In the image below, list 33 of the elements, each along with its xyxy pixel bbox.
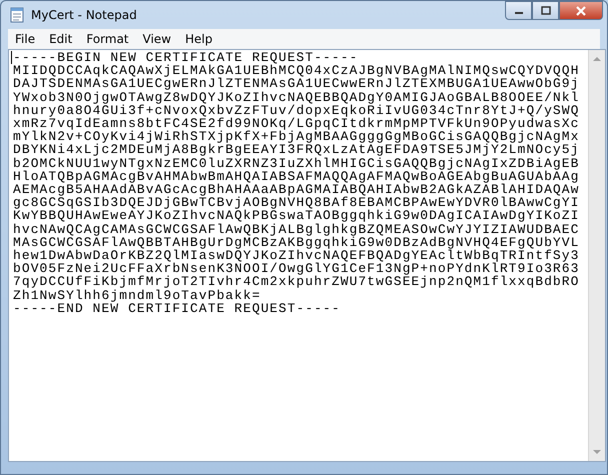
menu-item[interactable]: Edit [42,30,80,48]
text-line: mYlkN2v+COyKvi4jWiRhSTXjpKfX+FbjAgMBAAGgggGgMBoGCisGAQQBgjcNAgMx [13,130,580,144]
text-cursor [11,51,12,64]
text-line: MAsGCWCGSAFlAwQBBTAHBgUrDgMCBzAKBggqhkiG9w0DBzAdBgNVHQ4EFgQUbYVL [13,236,580,250]
minimize-button[interactable] [505,1,532,20]
menu-item[interactable]: Format [79,30,136,48]
close-button[interactable] [559,1,603,20]
text-line: 7qyDCCUfFiKbjmfMrjoT2TIvhr4Cm2xkpuhrZWU7twGSEEjnp2nQM1flxxqBdbRO [13,275,580,289]
maximize-button[interactable] [532,1,559,20]
menu-item[interactable]: Help [178,30,220,48]
text-line: YWxob3N0OjgwOTAwgZ8wDQYJKoZIhvcNAQEBBQADgY0AMIGJAoGBALB8OOEE/Nkl [13,90,580,104]
text-line: hvcNAwQCAgCAMAsGCWCGSAFlAwQBKjALBglghkgBZQMEASOwCwYJYIZIAWUDBAEC [13,222,580,236]
text-line: HloATQBpAGMAcgBvAHMAbwBmAHQAIABSAFMAQQAgAFMAQwBoAGEAbgBuAGUAbAAg [13,170,580,184]
maximize-icon [540,6,550,15]
window-title: MyCert - Notepad [31,7,137,24]
text-line: xmRz7vqIdEamns8btFC4SE2fd99NOKq/LGpqCItdkrmMpMPTVFkUn9OPyudwasXc [13,117,580,130]
text-line: MIIDQDCCAqkCAQAwXjELMAkGA1UEBhMCQ04xCzAJBgNVBAgMAlNIMQswCQYDVQQH [13,64,580,78]
text-line: b2OMCkNUU1wyNTgxNzEMC0luZXRNZ3IuZXhlMHIGCisGAQQBgjcNAgIxZDBiAgEB [13,156,580,170]
text-line: DAJTSDENMAsGA1UECgwERnJlZTENMAsGA1UECwwERnJlZTEXMBUGA1UEAwwObG9j [13,77,580,91]
text-line: Zh1NwSYlhh6jmndml9oTavPbakk= [13,288,261,302]
text-line: -----BEGIN NEW CERTIFICATE REQUEST----- [13,51,358,64]
menu-item[interactable]: File [8,30,42,48]
text-line: AEMAcgB5AHAAdABvAGcAcgBhAHAAaABpAGMAIABQAHIAbwB2AGkAZABlAHIDAQAw [13,183,580,196]
text-line: KwYBBQUHAwEweAYJKoZIhvcNAQkPBGswaTAOBggqhkiG9w0DAgICAIAwDgYIKoZI [13,209,580,223]
text-line: -----END NEW CERTIFICATE REQUEST----- [13,302,340,316]
text-line: DBYKNi4xLjc2MDEuMjA8BgkrBgEEAYI3FRQxLzAtAgEFDA9TSE5JMjY2LmNOcy5j [13,143,580,157]
notepad-icon [9,7,25,23]
text-line: gc8GCSqGSIb3DQEJDjGBwTCBvjAOBgNVHQ8BAf8EBAMCBPAwEwYDVR0lBAwwCgYI [13,196,580,210]
menu-item[interactable]: View [136,30,178,48]
text-line: hnury0a8O4GUi3f+cNvoxQxbvZzFTuv/dopxEqkoRiIvUG034cTnr8YtJ+Q/ySWQ [13,104,580,118]
text-line: hew1DwAbwDaOrKBZ2QlMIaswDQYJKoZIhvcNAQEFBQADgYEAcltWbBqTRIntfSy3 [13,249,580,262]
text-line: bOV05FzNei2UcFFaXrbNsenK3NOOI/OwgGlYG1CeF13NgP+noPYdnKlRT9Io3R63 [13,262,580,276]
close-icon [575,6,587,16]
